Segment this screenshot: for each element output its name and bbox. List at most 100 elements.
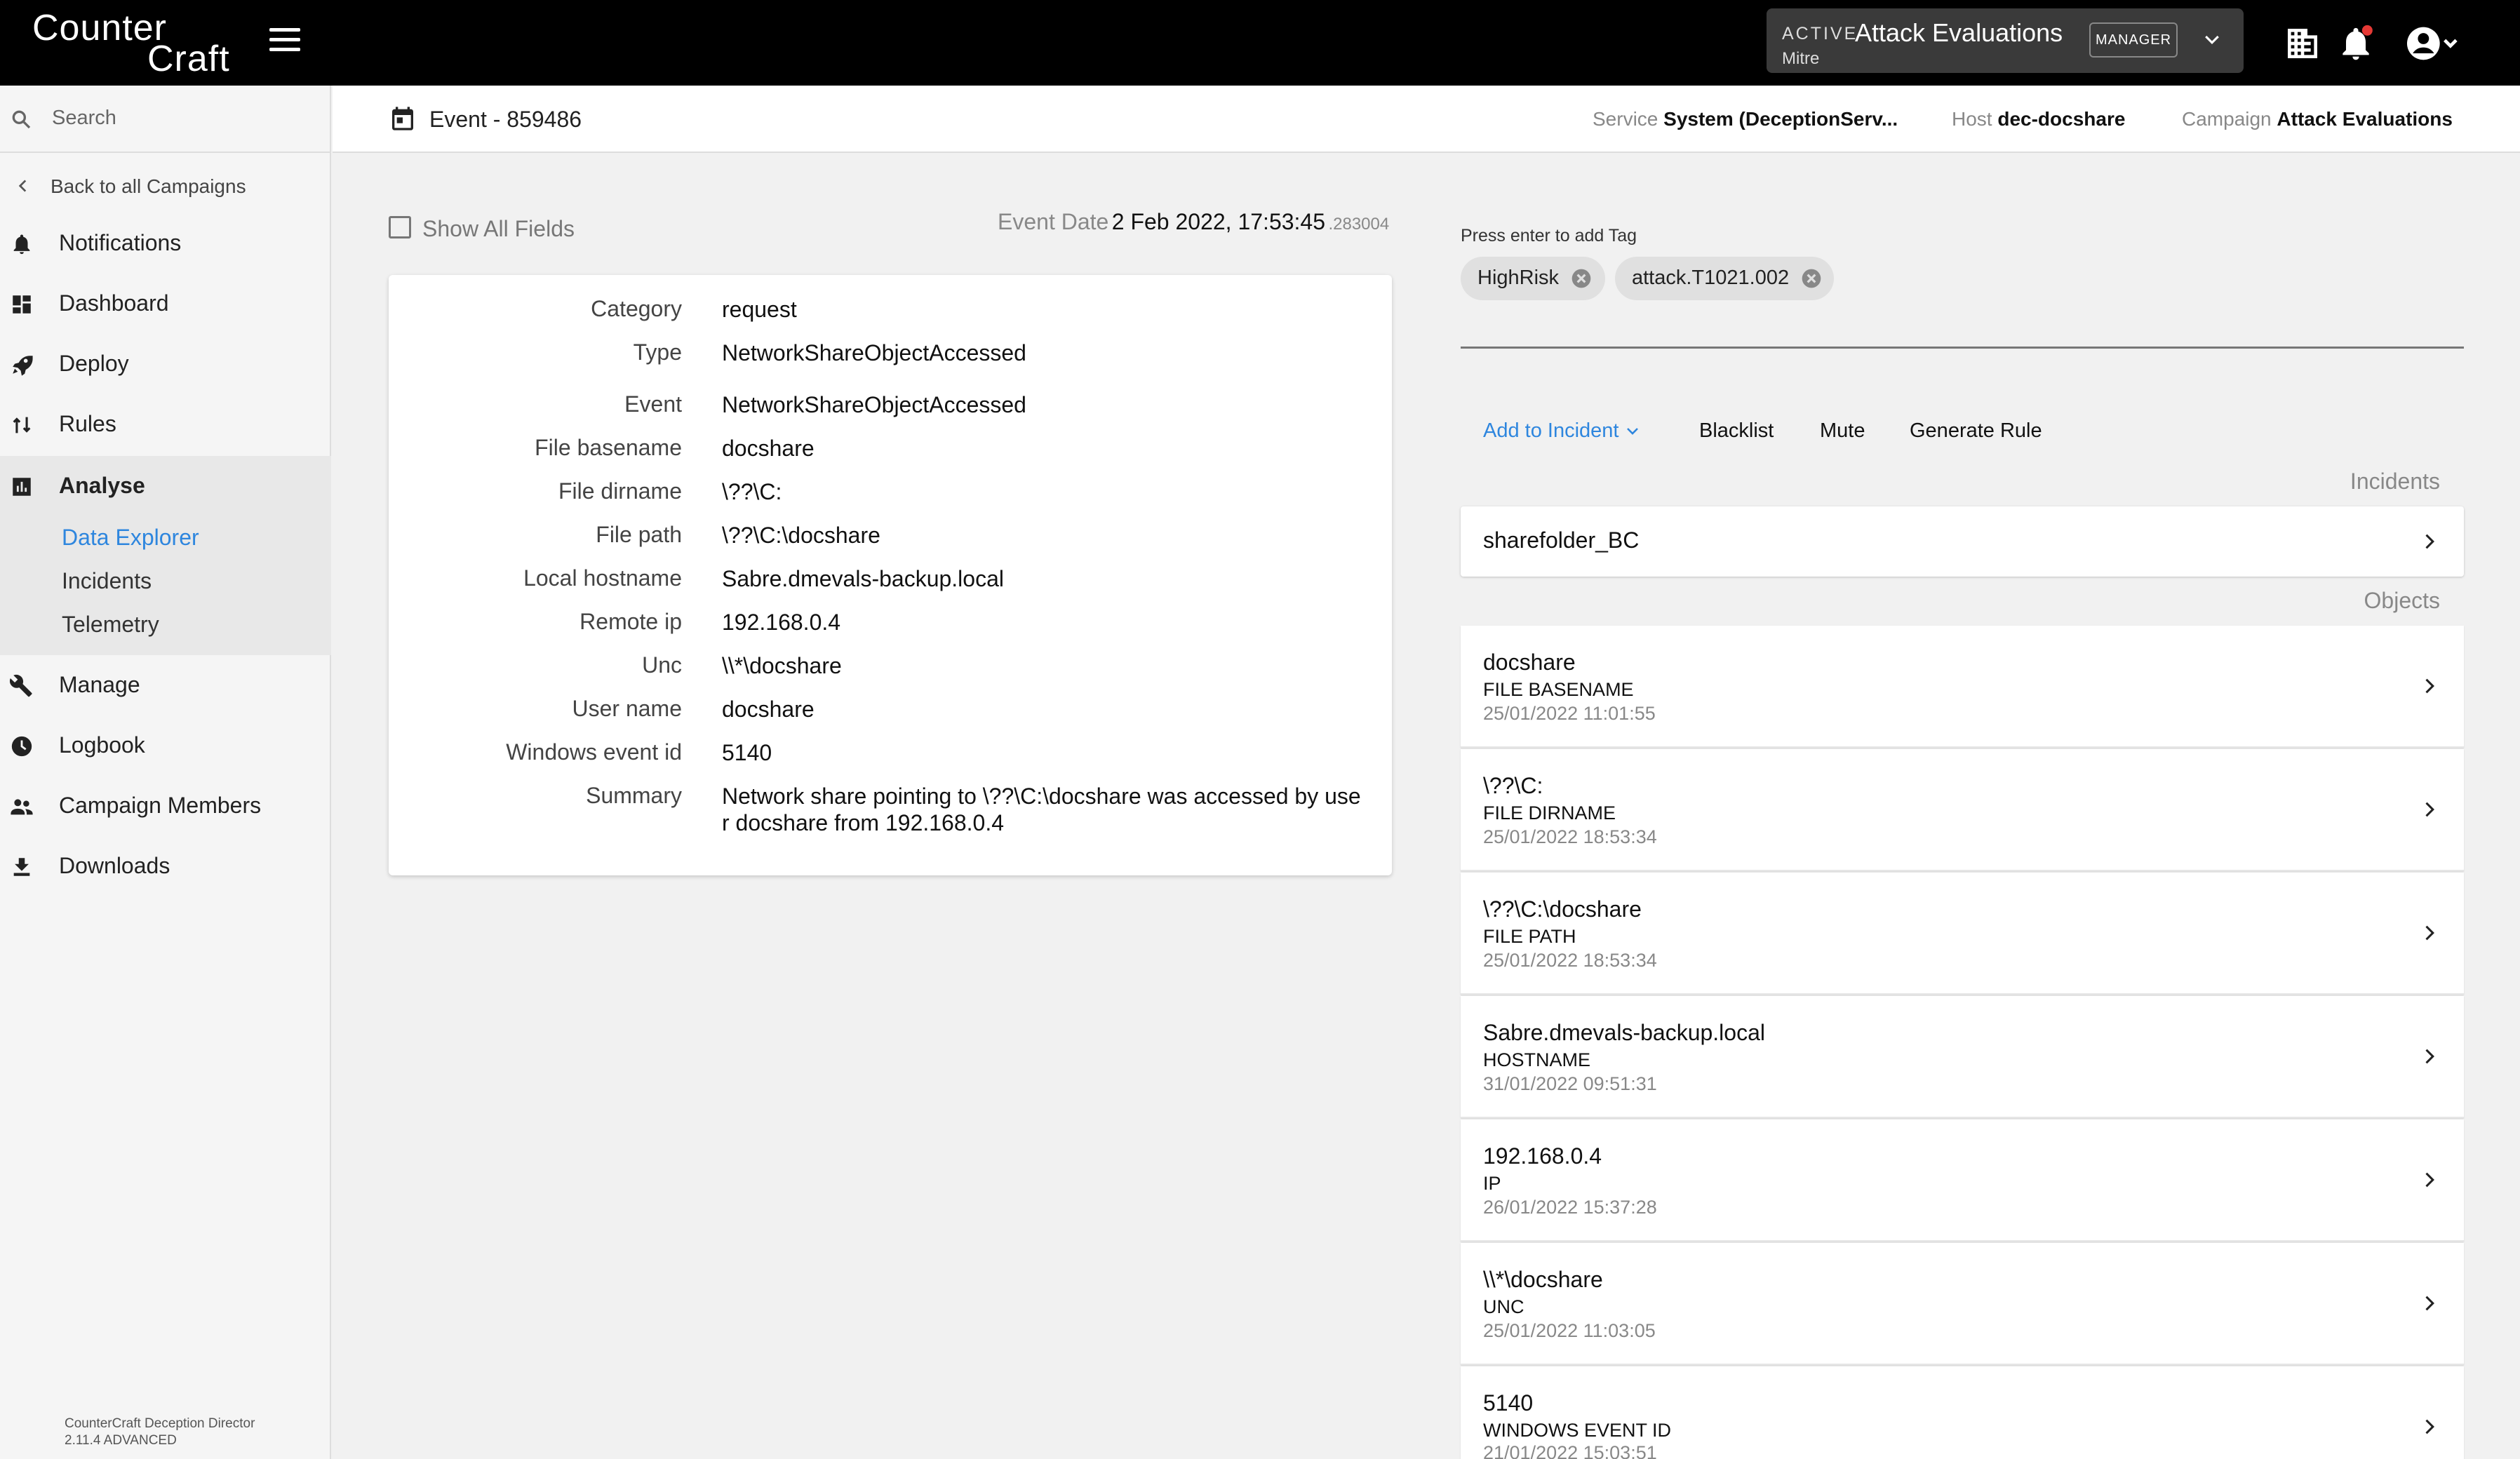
event-date-key: Event Date <box>998 209 1109 234</box>
chevron-down-icon[interactable] <box>2201 29 2223 51</box>
detail-row: Local hostname Sabre.dmevals-backup.local <box>389 565 1392 609</box>
object-date: 25/01/2022 11:01:55 <box>1483 703 1656 724</box>
search-bar[interactable]: Search <box>0 86 331 153</box>
chevron-left-icon <box>18 180 27 192</box>
incident-card[interactable]: sharefolder_BC <box>1461 506 2464 577</box>
object-value: \??\C: <box>1483 773 1543 798</box>
sidebar-item-label: Analyse <box>59 473 145 498</box>
object-item[interactable]: \??\C: FILE DIRNAME 25/01/2022 18:53:34 <box>1461 749 2464 871</box>
page-title: Event - 859486 <box>429 107 582 132</box>
tag-chip: attack.T1021.002 <box>1615 257 1834 300</box>
sidebar-item-manage[interactable]: Manage <box>0 655 331 715</box>
detail-key: Type <box>633 339 682 365</box>
campaign-selector[interactable]: ACTIVE Attack Evaluations Mitre MANAGER <box>1767 8 2244 73</box>
detail-value: \\*\docshare <box>722 653 842 678</box>
menu-icon[interactable] <box>269 28 300 56</box>
meta-campaign: Campaign Attack Evaluations <box>2182 108 2453 130</box>
notification-bell-icon[interactable] <box>2336 24 2375 63</box>
remove-tag-icon[interactable] <box>1570 267 1593 290</box>
sidebar-item-label: Rules <box>59 411 116 436</box>
bell-icon <box>13 234 30 255</box>
tag-input-underline <box>1461 347 2464 349</box>
rocket-icon <box>13 356 33 376</box>
sidebar-item-deploy[interactable]: Deploy <box>0 334 331 394</box>
object-type: FILE DIRNAME <box>1483 802 1616 823</box>
user-account-icon[interactable] <box>2404 24 2460 63</box>
detail-value: \??\C: <box>722 479 782 504</box>
sidebar-item-notifications[interactable]: Notifications <box>0 213 331 274</box>
building-icon[interactable] <box>2283 24 2322 63</box>
tag-input-hint[interactable]: Press enter to add Tag <box>1461 226 1637 246</box>
detail-value: docshare <box>722 697 815 722</box>
sidebar-item-logbook[interactable]: Logbook <box>0 715 331 776</box>
detail-value: NetworkShareObjectAccessed <box>722 340 1026 365</box>
sidebar-item-label: Logbook <box>59 732 145 758</box>
object-value: \\*\docshare <box>1483 1267 1603 1292</box>
blacklist-button[interactable]: Blacklist <box>1699 419 1774 443</box>
object-value: docshare <box>1483 650 1576 675</box>
version-product: CounterCraft Deception Director <box>65 1416 255 1431</box>
sidebar-item-label: Downloads <box>59 853 170 878</box>
object-item[interactable]: \??\C:\docshare FILE PATH 25/01/2022 18:… <box>1461 873 2464 995</box>
object-item[interactable]: Sabre.dmevals-backup.local HOSTNAME 31/0… <box>1461 996 2464 1118</box>
campaign-sub: Mitre <box>1782 49 1820 68</box>
object-item[interactable]: \\*\docshare UNC 25/01/2022 11:03:05 <box>1461 1243 2464 1365</box>
detail-key: File path <box>596 522 682 547</box>
object-type: FILE PATH <box>1483 926 1576 947</box>
checkbox[interactable] <box>389 216 411 238</box>
sidebar-subitem-incidents[interactable]: Incidents <box>62 568 152 594</box>
remove-tag-icon[interactable] <box>1800 267 1823 290</box>
meta-key: Host <box>1952 108 1992 130</box>
detail-value: 5140 <box>722 740 772 765</box>
mute-button[interactable]: Mute <box>1820 419 1865 443</box>
meta-value: Attack Evaluations <box>2277 108 2453 130</box>
add-to-incident-button[interactable]: Add to Incident <box>1483 419 1641 443</box>
chevron-right-icon <box>2425 1049 2434 1064</box>
detail-value: \??\C:\docshare <box>722 523 880 548</box>
sidebar-subitem-telemetry[interactable]: Telemetry <box>62 612 159 638</box>
sidebar-item-downloads[interactable]: Downloads <box>0 836 331 896</box>
sidebar-item-campaign-members[interactable]: Campaign Members <box>0 776 331 836</box>
event-date-value: 2 Feb 2022, 17:53:45 <box>1111 209 1326 234</box>
chart-icon <box>13 478 31 496</box>
generate-rule-button[interactable]: Generate Rule <box>1910 419 2042 443</box>
object-value: 192.168.0.4 <box>1483 1143 1602 1169</box>
detail-row: Unc \\*\docshare <box>389 652 1392 696</box>
object-item[interactable]: docshare FILE BASENAME 25/01/2022 11:01:… <box>1461 626 2464 748</box>
chevron-right-icon <box>2425 802 2434 817</box>
object-item[interactable]: 5140 WINDOWS EVENT ID 21/01/2022 15:03:5… <box>1461 1366 2464 1459</box>
object-type: FILE BASENAME <box>1483 679 1634 700</box>
incident-name: sharefolder_BC <box>1483 527 1640 553</box>
object-value: \??\C:\docshare <box>1483 896 1642 922</box>
role-badge: MANAGER <box>2089 22 2178 58</box>
search-icon <box>12 110 31 129</box>
countercraft-logo[interactable]: Counter Craft <box>32 7 243 79</box>
sidebar-subitem-data-explorer[interactable]: Data Explorer <box>62 525 199 551</box>
chevron-down-icon <box>1627 428 1639 436</box>
detail-row: Type NetworkShareObjectAccessed <box>389 339 1392 383</box>
event-header: Event - 859486 Service System (Deception… <box>333 86 2520 153</box>
sidebar: Search Back to all Campaigns Notificatio… <box>0 86 331 1459</box>
campaign-status: ACTIVE <box>1782 24 1858 43</box>
detail-key: Category <box>591 296 682 321</box>
sidebar-item-rules[interactable]: Rules <box>0 394 331 455</box>
version-number: 2.11.4 ADVANCED <box>65 1433 177 1448</box>
meta-host: Host dec-docshare <box>1952 108 2125 130</box>
mute-label: Mute <box>1820 419 1865 442</box>
chevron-right-icon <box>2425 1419 2434 1434</box>
top-bar: Counter Craft ACTIVE Attack Evaluations … <box>0 0 2520 86</box>
chevron-right-icon <box>2425 1296 2434 1311</box>
detail-row: Event NetworkShareObjectAccessed <box>389 391 1392 435</box>
sidebar-item-dashboard[interactable]: Dashboard <box>0 274 331 334</box>
detail-row: User name docshare <box>389 696 1392 739</box>
wrench-icon <box>10 674 32 697</box>
object-item[interactable]: 192.168.0.4 IP 26/01/2022 15:37:28 <box>1461 1120 2464 1242</box>
detail-row: Remote ip 192.168.0.4 <box>389 609 1392 652</box>
detail-key: Local hostname <box>523 565 682 591</box>
sidebar-item-analyse[interactable]: Analyse <box>0 456 331 516</box>
back-to-campaigns-link[interactable]: Back to all Campaigns <box>0 164 331 209</box>
search-input[interactable]: Search <box>52 107 116 130</box>
tag-chip: HighRisk <box>1461 257 1605 300</box>
detail-row: Category request <box>389 296 1392 339</box>
event-date: Event Date 2 Feb 2022, 17:53:45 .283004 <box>998 209 1389 235</box>
